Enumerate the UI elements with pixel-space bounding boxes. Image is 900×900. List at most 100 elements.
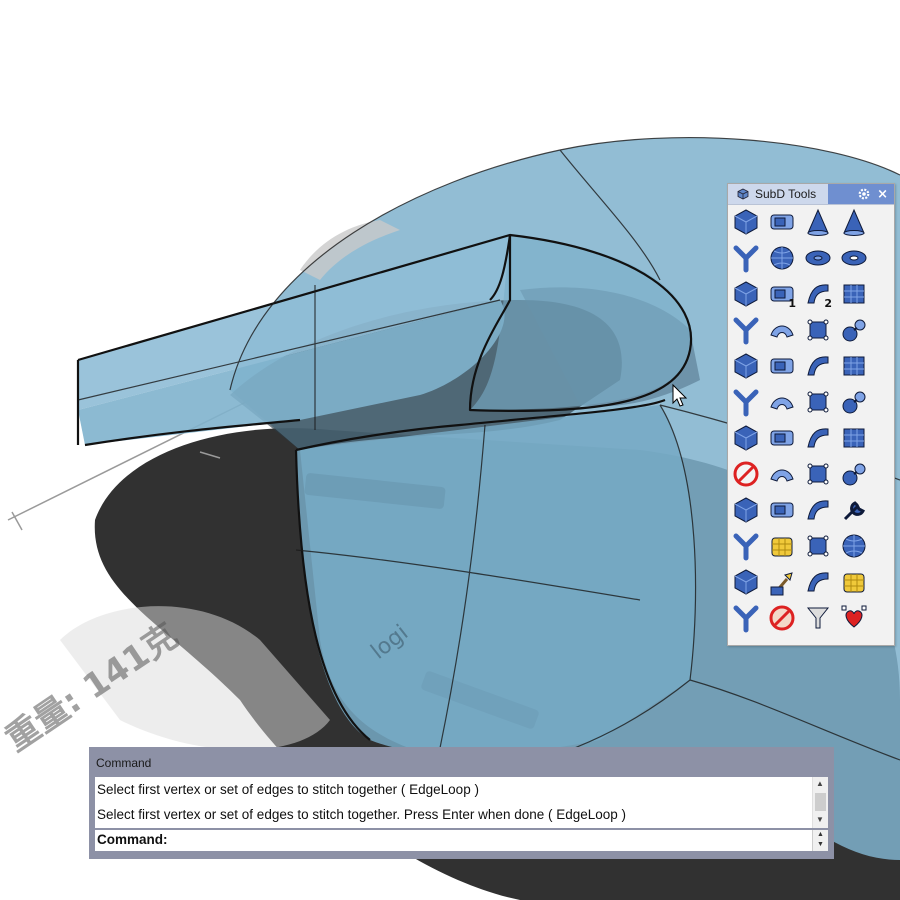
- subd-tool-button[interactable]: [802, 206, 834, 238]
- subd-cylinder-icon: [733, 245, 759, 273]
- subd-torus-icon: [841, 250, 867, 266]
- scroll-up-icon[interactable]: ▲: [816, 779, 824, 788]
- subd-rebuild-icon: [734, 569, 758, 595]
- subd-insert-edge-icon: [807, 428, 829, 448]
- subd-quad-mesh-icon: [807, 356, 829, 376]
- gear-icon[interactable]: [857, 187, 871, 201]
- subd-tool-button[interactable]: [838, 350, 870, 382]
- subd-crease-icon: [770, 397, 794, 410]
- subd-tool-button[interactable]: [730, 458, 762, 490]
- subd-tool-button[interactable]: [802, 422, 834, 454]
- subd-tool-button[interactable]: [730, 566, 762, 598]
- command-input[interactable]: [175, 831, 809, 850]
- subd-bevel-icon: [770, 469, 794, 482]
- spin-down-icon[interactable]: ▼: [817, 841, 824, 848]
- subd-tool-button[interactable]: [766, 494, 798, 526]
- subd-tool-button[interactable]: [730, 278, 762, 310]
- subd-cube-yellow-icon: [771, 537, 793, 557]
- subd-mesh-panel-icon: [770, 502, 794, 518]
- subd-tool-button[interactable]: [730, 350, 762, 382]
- subd-tools-title: SubD Tools: [755, 187, 817, 201]
- subd-tool-button[interactable]: [802, 314, 834, 346]
- subd-tool-button[interactable]: [730, 494, 762, 526]
- subd-tool-button[interactable]: [802, 242, 834, 274]
- subd-smooth-icon: [807, 463, 829, 485]
- subd-tool-button[interactable]: [838, 422, 870, 454]
- subd-bridge-icon: [734, 353, 758, 379]
- subd-no-display-icon: [769, 605, 795, 631]
- subd-tool-button[interactable]: [766, 206, 798, 238]
- subd-tool-button[interactable]: [802, 350, 834, 382]
- subd-tool-button[interactable]: [838, 530, 870, 562]
- subd-tool-button[interactable]: [838, 242, 870, 274]
- command-prompt: Command:: [97, 832, 168, 847]
- scroll-down-icon[interactable]: ▼: [816, 815, 824, 824]
- subd-tool-button[interactable]: [766, 458, 798, 490]
- subd-repair-wrench-icon: [843, 501, 865, 521]
- tool-badge-label: 1: [788, 297, 796, 310]
- subd-tool-button[interactable]: [766, 350, 798, 382]
- subd-tool-button[interactable]: [802, 530, 834, 562]
- subd-delete-face-icon: [733, 461, 759, 487]
- command-history[interactable]: Select first vertex or set of edges to s…: [95, 777, 828, 828]
- subd-tools-panel: SubD Tools × 1 2: [727, 183, 895, 646]
- subd-box-hex-icon: [734, 209, 758, 235]
- subd-tool-button[interactable]: 1: [766, 278, 798, 310]
- subd-tool-button[interactable]: 2: [802, 278, 834, 310]
- subd-tool-button[interactable]: [730, 530, 762, 562]
- command-input-row: Command: ▲ ▼: [95, 830, 828, 851]
- subd-split-icon: [843, 428, 865, 448]
- subd-star-point-icon: [807, 572, 829, 592]
- subd-tool-button[interactable]: [838, 278, 870, 310]
- subd-tool-button[interactable]: [802, 566, 834, 598]
- subd-star-select-icon: [733, 605, 759, 633]
- subd-tool-button[interactable]: [730, 242, 762, 274]
- subd-tool-button[interactable]: [730, 602, 762, 634]
- subd-tool-button[interactable]: [838, 206, 870, 238]
- history-line: Select first vertex or set of edges to s…: [97, 807, 627, 822]
- subd-tool-button[interactable]: [838, 566, 870, 598]
- subd-tool-button[interactable]: [838, 386, 870, 418]
- subd-tool-button[interactable]: [766, 422, 798, 454]
- subd-tool-button[interactable]: [766, 566, 798, 598]
- subd-subdivide-icon: [842, 391, 866, 414]
- subd-extrude-icon: [770, 358, 794, 374]
- subd-bucket-icon: [770, 430, 794, 446]
- subd-box-icon: [734, 281, 758, 307]
- subd-tool-button[interactable]: [766, 530, 798, 562]
- subd-tool-button[interactable]: [838, 314, 870, 346]
- subd-tool-button[interactable]: [766, 314, 798, 346]
- history-line: Select first vertex or set of edges to s…: [97, 782, 479, 797]
- subd-tool-button[interactable]: [802, 386, 834, 418]
- command-spinner[interactable]: ▲ ▼: [812, 830, 828, 851]
- subd-tool-button[interactable]: [766, 242, 798, 274]
- subd-slide-icon: [734, 497, 758, 523]
- subd-tool-button[interactable]: [730, 422, 762, 454]
- subd-ellipsoid-icon: [805, 250, 831, 266]
- command-window-title: Command: [96, 756, 152, 770]
- subd-tool-button[interactable]: [730, 386, 762, 418]
- subd-tool-button[interactable]: [730, 314, 762, 346]
- subd-tool-button[interactable]: [766, 602, 798, 634]
- spin-up-icon[interactable]: ▲: [817, 831, 824, 838]
- subd-fill-icon: [807, 391, 829, 413]
- close-icon[interactable]: ×: [877, 188, 888, 201]
- history-scrollbar[interactable]: ▲ ▼: [812, 777, 828, 828]
- subd-heart-points-icon: [841, 605, 867, 628]
- subd-edgeloop-list-icon: [807, 500, 829, 520]
- subd-cone-icon: [807, 208, 829, 236]
- subd-tool-button[interactable]: [766, 386, 798, 418]
- subd-tools-titlebar[interactable]: SubD Tools ×: [728, 184, 894, 205]
- subd-tool-button[interactable]: [838, 494, 870, 526]
- subd-tool-button[interactable]: [730, 206, 762, 238]
- subd-stitch-icon: [733, 389, 759, 417]
- subd-tool-button[interactable]: [802, 494, 834, 526]
- scrollbar-thumb[interactable]: [815, 793, 826, 811]
- subd-tool-button[interactable]: [802, 602, 834, 634]
- subd-tool-button[interactable]: [838, 602, 870, 634]
- subd-tool-button[interactable]: [838, 458, 870, 490]
- command-window: Command Select first vertex or set of ed…: [89, 747, 834, 859]
- subd-titlebar-controls: ×: [828, 184, 894, 204]
- subd-sphere-icon: [770, 246, 794, 270]
- subd-tool-button[interactable]: [802, 458, 834, 490]
